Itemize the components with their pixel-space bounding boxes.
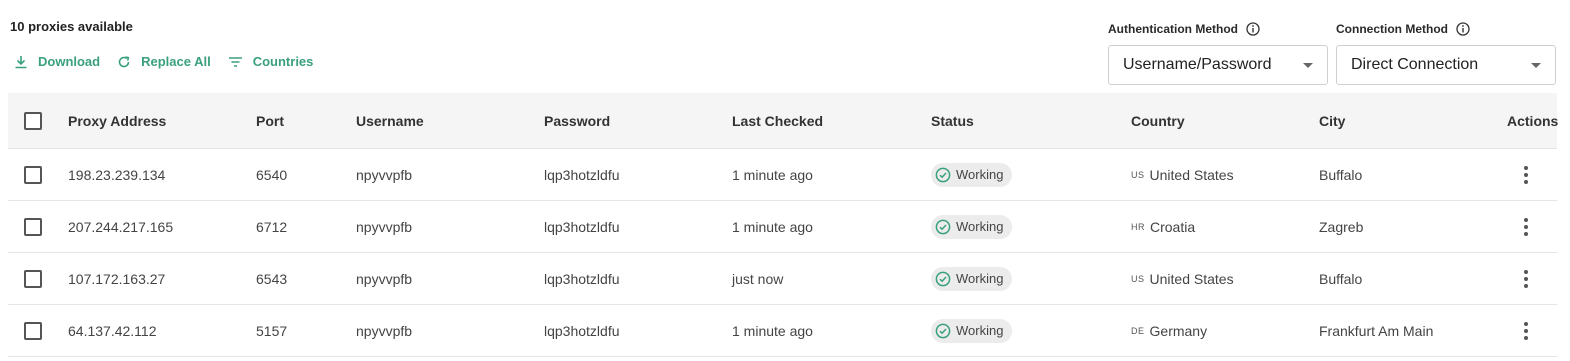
caret-down-icon xyxy=(1531,63,1541,68)
caret-down-icon xyxy=(1303,63,1313,68)
header-city[interactable]: City xyxy=(1319,93,1345,148)
port: 6540 xyxy=(256,166,288,183)
header-port[interactable]: Port xyxy=(256,93,284,148)
download-label: Download xyxy=(38,54,101,69)
auth-method-label-text: Authentication Method xyxy=(1108,22,1238,36)
header-actions: Actions xyxy=(1507,112,1559,129)
last-checked: 1 minute ago xyxy=(732,166,813,183)
connection-method-value: Direct Connection xyxy=(1351,56,1479,73)
header-username[interactable]: Username xyxy=(356,93,424,148)
username: npyvvpfb xyxy=(356,166,413,183)
table-header: Proxy Address Port Username Password Las… xyxy=(8,93,1559,149)
check-circle-icon xyxy=(935,219,951,234)
status-text: Working xyxy=(956,323,1004,338)
filter-icon xyxy=(228,56,242,67)
port: 5157 xyxy=(256,322,288,339)
password: lqp3hotzldfu xyxy=(544,166,620,183)
last-checked: 1 minute ago xyxy=(732,322,813,339)
connection-method-select[interactable]: Direct Connection xyxy=(1336,45,1556,85)
refresh-icon xyxy=(118,55,130,67)
countries-label: Countries xyxy=(252,54,314,69)
countries-filter-button[interactable]: Countries xyxy=(228,54,314,69)
check-circle-icon xyxy=(935,167,951,182)
select-all-checkbox[interactable] xyxy=(24,111,42,130)
auth-method-select[interactable]: Username/Password xyxy=(1108,45,1328,85)
row-checkbox[interactable] xyxy=(24,321,42,340)
country: Croatia xyxy=(1150,218,1196,235)
auth-method-label: Authentication Method xyxy=(1108,22,1260,36)
header-country[interactable]: Country xyxy=(1131,93,1185,148)
proxy-address: 64.137.42.112 xyxy=(68,322,157,339)
download-button[interactable]: Download xyxy=(14,54,100,69)
city: Frankfurt Am Main xyxy=(1319,322,1434,339)
last-checked: 1 minute ago xyxy=(732,218,813,235)
proxy-address: 107.172.163.27 xyxy=(68,270,166,287)
info-icon[interactable] xyxy=(1456,22,1470,36)
country: United States xyxy=(1149,270,1234,287)
auth-method-value: Username/Password xyxy=(1123,56,1272,73)
status-text: Working xyxy=(956,167,1004,182)
more-vert-icon[interactable] xyxy=(1516,163,1536,187)
connection-method-label-text: Connection Method xyxy=(1336,22,1448,36)
check-circle-icon xyxy=(935,323,951,338)
country-code: US xyxy=(1131,273,1145,284)
password: lqp3hotzldfu xyxy=(544,322,620,339)
country-code: DE xyxy=(1131,325,1145,336)
city: Buffalo xyxy=(1319,166,1363,183)
status-badge: Working xyxy=(931,266,1013,291)
row-checkbox[interactable] xyxy=(24,269,42,288)
proxy-address: 198.23.239.134 xyxy=(68,166,166,183)
proxy-address: 207.244.217.165 xyxy=(68,218,174,235)
table-row[interactable]: 107.172.163.27 6543 npyvvpfb lqp3hotzldf… xyxy=(8,253,1557,305)
info-icon[interactable] xyxy=(1246,22,1260,36)
check-circle-icon xyxy=(935,271,951,286)
last-checked: just now xyxy=(732,270,784,287)
toolbar: Download Replace All Countries xyxy=(14,54,330,69)
more-vert-icon[interactable] xyxy=(1516,319,1536,343)
more-vert-icon[interactable] xyxy=(1516,267,1536,291)
city: Zagreb xyxy=(1319,218,1364,235)
connection-method-label: Connection Method xyxy=(1336,22,1470,36)
country: United States xyxy=(1149,166,1234,183)
row-checkbox[interactable] xyxy=(24,165,42,184)
status-text: Working xyxy=(956,219,1004,234)
more-vert-icon[interactable] xyxy=(1516,215,1536,239)
replace-all-button[interactable]: Replace All xyxy=(117,54,211,69)
password: lqp3hotzldfu xyxy=(544,270,620,287)
username: npyvvpfb xyxy=(356,322,413,339)
download-icon xyxy=(15,55,27,68)
status-badge: Working xyxy=(931,214,1013,239)
country-code: HR xyxy=(1131,221,1145,232)
country: Germany xyxy=(1149,322,1208,339)
table-row[interactable]: 64.137.42.112 5157 npyvvpfb lqp3hotzldfu… xyxy=(8,305,1557,357)
username: npyvvpfb xyxy=(356,218,413,235)
header-password[interactable]: Password xyxy=(544,93,610,148)
proxy-table: Proxy Address Port Username Password Las… xyxy=(8,93,1559,357)
proxy-count: 10 proxies available xyxy=(10,19,133,34)
city: Buffalo xyxy=(1319,270,1363,287)
password: lqp3hotzldfu xyxy=(544,218,620,235)
header-status[interactable]: Status xyxy=(931,93,974,148)
port: 6712 xyxy=(256,218,288,235)
table-row[interactable]: 198.23.239.134 6540 npyvvpfb lqp3hotzldf… xyxy=(8,149,1557,201)
username: npyvvpfb xyxy=(356,270,413,287)
status-badge: Working xyxy=(931,318,1013,343)
status-text: Working xyxy=(956,271,1004,286)
country-code: US xyxy=(1131,169,1145,180)
status-badge: Working xyxy=(931,162,1013,187)
header-last-checked[interactable]: Last Checked xyxy=(732,93,823,148)
port: 6543 xyxy=(256,270,288,287)
replace-all-label: Replace All xyxy=(141,54,211,69)
row-checkbox[interactable] xyxy=(24,217,42,236)
table-row[interactable]: 207.244.217.165 6712 npyvvpfb lqp3hotzld… xyxy=(8,201,1557,253)
header-proxy-address[interactable]: Proxy Address xyxy=(68,93,166,148)
